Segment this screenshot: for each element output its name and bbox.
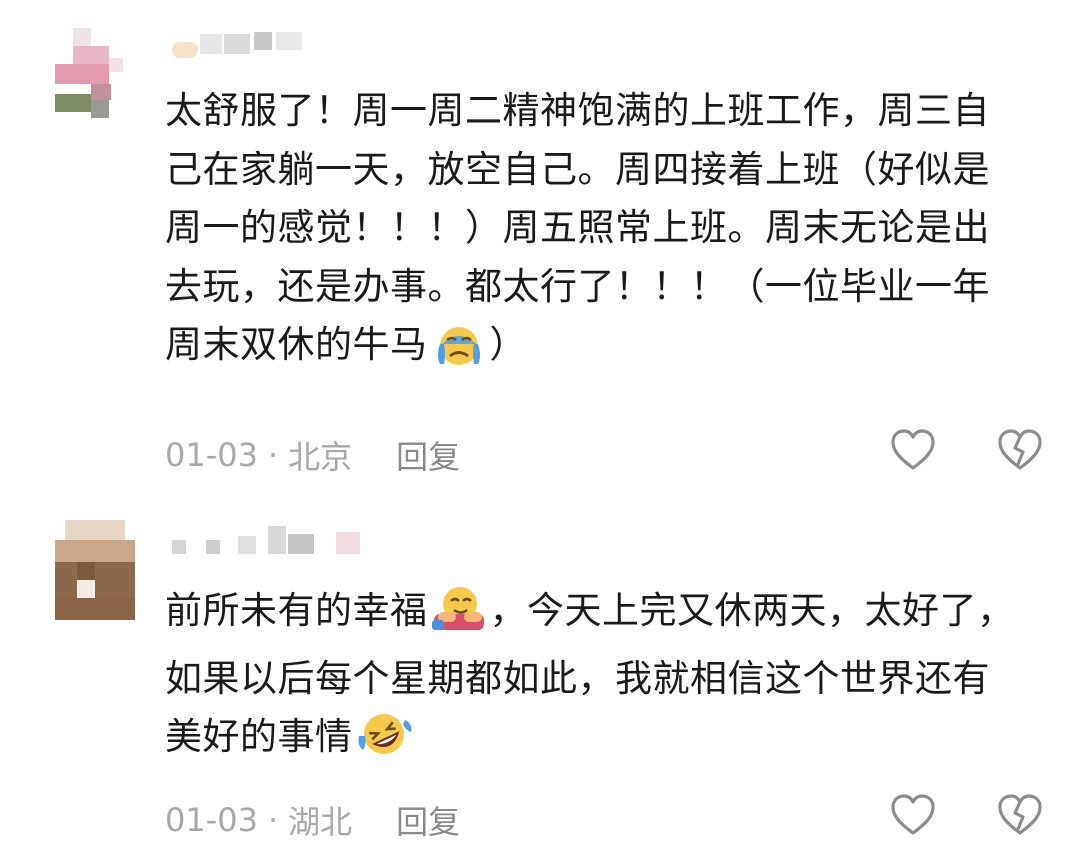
- reply-button[interactable]: 回复: [396, 432, 460, 478]
- separator-dot: ·: [267, 801, 279, 839]
- comment-item: 前所未有的幸福 ，今天上完又休两天，太好了， 如果以后每个星期都如此，我就相信这…: [0, 500, 1080, 865]
- comment-meta: 01-03 · 湖北 回复: [165, 797, 460, 843]
- rolling-laughing-emoji-icon: [355, 710, 413, 776]
- self-hug-emoji-icon: [430, 584, 488, 650]
- comment-line-text: ，今天上完又休两天，太好了，: [489, 589, 1015, 632]
- avatar[interactable]: [55, 28, 135, 128]
- comment-location: 北京: [288, 438, 353, 476]
- comment-line: 己在家躺一天，放空自己。周四接着上班（好似是: [165, 147, 990, 191]
- separator-dot: ·: [267, 436, 279, 474]
- comment-line: 前所未有的幸福 ，今天上完又休两天，太好了，: [165, 582, 1035, 650]
- comment-line: 周一的感觉！！！）周五照常上班。周末无论是出: [165, 206, 990, 249]
- reply-button[interactable]: 回复: [396, 797, 460, 843]
- comment-line-text: 周末双休的牛马: [165, 323, 428, 366]
- comment-item: 太舒服了！周一周二精神饱满的上班工作，周三自 己在家躺一天，放空自己。周四接着上…: [0, 0, 1080, 500]
- comment-text: 太舒服了！周一周二精神饱满的上班工作，周三自 己在家躺一天，放空自己。周四接着上…: [165, 82, 1035, 384]
- comment-line-text: ）: [489, 323, 527, 366]
- dislike-broken-heart-icon[interactable]: [997, 793, 1043, 839]
- comment-meta: 01-03 · 北京 回复: [165, 432, 460, 478]
- username-blurred[interactable]: [168, 522, 368, 554]
- comment-line: 周末双休的牛马 ）: [165, 316, 1035, 384]
- crying-face-icon: [430, 322, 488, 384]
- comment-line-text: 前所未有的幸福: [165, 589, 428, 632]
- dislike-broken-heart-icon[interactable]: [997, 428, 1043, 474]
- comment-line: 去玩，还是办事。都太行了！！！（一位毕业一年: [165, 264, 990, 308]
- comment-line: 美好的事情: [165, 708, 1035, 776]
- comment-date: 01-03: [165, 801, 258, 839]
- comment-line: 太舒服了！周一周二精神饱满的上班工作，周三自: [165, 89, 990, 132]
- comment-line: 如果以后每个星期都如此，我就相信这个世界还有: [165, 656, 990, 700]
- avatar[interactable]: [55, 520, 135, 620]
- comment-date: 01-03: [165, 436, 258, 474]
- comment-text: 前所未有的幸福 ，今天上完又休两天，太好了， 如果以后每个星期都如此，我就相信这…: [165, 582, 1035, 776]
- like-heart-icon[interactable]: [890, 428, 936, 474]
- username-blurred[interactable]: [168, 30, 308, 60]
- comment-location: 湖北: [288, 803, 353, 841]
- comment-line-text: 美好的事情: [165, 715, 353, 758]
- like-heart-icon[interactable]: [890, 793, 936, 839]
